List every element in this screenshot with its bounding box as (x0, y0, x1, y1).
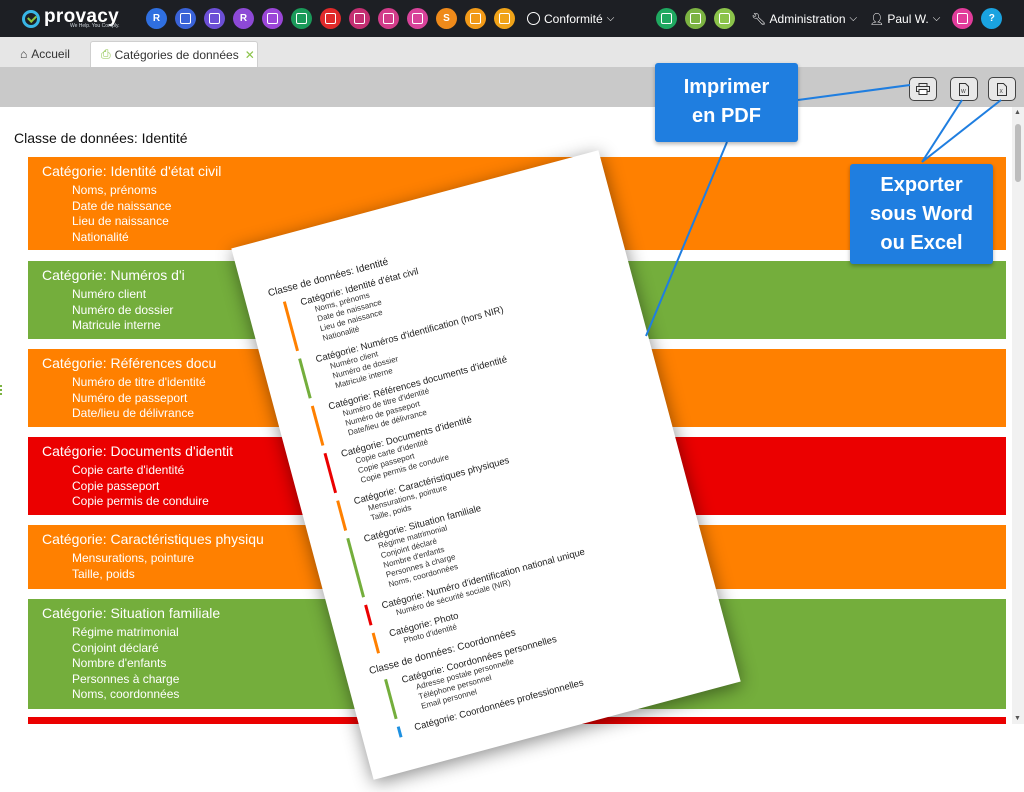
user-menu[interactable]: 👤︎ Paul W. ⌵ (869, 12, 940, 26)
scroll-down-arrow-icon[interactable]: ▼ (1014, 715, 1021, 722)
tab-accueil[interactable]: ⌂ Accueil (20, 41, 70, 67)
glyph (325, 13, 336, 24)
brand-logo[interactable]: provacy We Help. You Comply. (22, 7, 140, 29)
glyph (412, 13, 423, 24)
printer-tab-icon: ⎙ (101, 47, 111, 61)
scroll-up-arrow-icon[interactable]: ▲ (1014, 109, 1021, 116)
close-tab-icon[interactable]: ✕ (245, 48, 255, 62)
ai-chip-icon[interactable] (349, 8, 370, 29)
people-icon[interactable] (656, 8, 678, 29)
gift-icon[interactable] (407, 8, 428, 29)
document-grid-icon[interactable] (378, 8, 399, 29)
class-title: Classe de données: Identité (14, 130, 188, 146)
tools-icon[interactable] (714, 8, 736, 29)
vertical-scrollbar[interactable]: ▲ ▼ (1012, 107, 1024, 724)
export-excel-button[interactable]: X (988, 77, 1016, 101)
gear-cluster-icon[interactable] (204, 8, 225, 29)
wrench-icon: 🔧︎ (751, 11, 767, 26)
user-name: Paul W. (887, 11, 929, 26)
administration-label: Administration (769, 11, 846, 26)
rocket-icon[interactable] (952, 8, 974, 29)
glyph (957, 13, 969, 24)
glyph (209, 13, 220, 24)
user-icon: 👤︎ (869, 11, 885, 26)
glyph (499, 13, 510, 24)
help-icon[interactable]: ? (981, 8, 1003, 29)
tab-bar: ⌂ Accueil ⎙ Catégories de données ✕ (0, 37, 1024, 67)
toolbar-strip (0, 67, 1024, 107)
network-icon[interactable] (175, 8, 196, 29)
glyph (470, 13, 481, 24)
handshake-icon[interactable] (262, 8, 283, 29)
chevron-down-icon: ⌵ (932, 13, 941, 24)
check-circle-icon (527, 12, 540, 25)
top-navbar: provacy We Help. You Comply. R R S Conform… (0, 0, 1024, 37)
glyph (296, 13, 307, 24)
r-icon[interactable]: R (146, 8, 167, 29)
callout-print-pdf: Imprimer en PDF (655, 63, 798, 142)
user-shield-icon[interactable] (291, 8, 312, 29)
glyph (383, 13, 394, 24)
administration-menu[interactable]: 🔧︎ Administration ⌵ (751, 12, 857, 26)
word-file-icon: W (959, 82, 969, 96)
callout-export-word-excel: Exporter sous Word ou Excel (850, 164, 993, 264)
home-icon: ⌂ (20, 47, 28, 61)
conformite-label: Conformité (544, 11, 603, 26)
export-word-button[interactable]: W (950, 77, 978, 101)
conformite-menu[interactable]: Conformité ⌵ (527, 12, 614, 26)
s-icon[interactable]: S (436, 8, 457, 29)
tab-categories-label: Catégories de données (114, 47, 239, 62)
chevron-down-icon: ⌵ (606, 13, 615, 24)
glyph (690, 13, 702, 24)
callout-export-line3: ou Excel (880, 232, 963, 254)
glyph (354, 13, 365, 24)
tab-categories-donnees[interactable]: ⎙ Catégories de données ✕ (90, 41, 258, 67)
scroll-thumb[interactable] (1015, 124, 1021, 182)
r2-icon[interactable]: R (233, 8, 254, 29)
callout-pdf-line1: Imprimer (683, 76, 770, 98)
excel-file-icon: X (997, 82, 1007, 96)
shield-alert-icon[interactable] (320, 8, 341, 29)
svg-text:X: X (1000, 89, 1004, 95)
glyph (180, 13, 191, 24)
side-handle[interactable] (0, 360, 3, 400)
share-icon[interactable] (494, 8, 515, 29)
callout-pdf-line2: en PDF (692, 105, 761, 127)
printer-icon (916, 83, 930, 95)
logo-check-icon (22, 9, 40, 28)
svg-text:W: W (961, 89, 966, 95)
glyph (719, 13, 731, 24)
team-icon[interactable] (685, 8, 707, 29)
chevron-down-icon: ⌵ (849, 13, 858, 24)
glyph (267, 13, 278, 24)
glyph (661, 13, 673, 24)
callout-export-line2: sous Word (870, 203, 973, 225)
callout-export-line1: Exporter (880, 174, 963, 196)
check-box-icon[interactable] (465, 8, 486, 29)
tab-accueil-label: Accueil (31, 47, 70, 61)
brand-tagline: We Help. You Comply. (70, 22, 120, 29)
print-pdf-button[interactable] (909, 77, 937, 101)
